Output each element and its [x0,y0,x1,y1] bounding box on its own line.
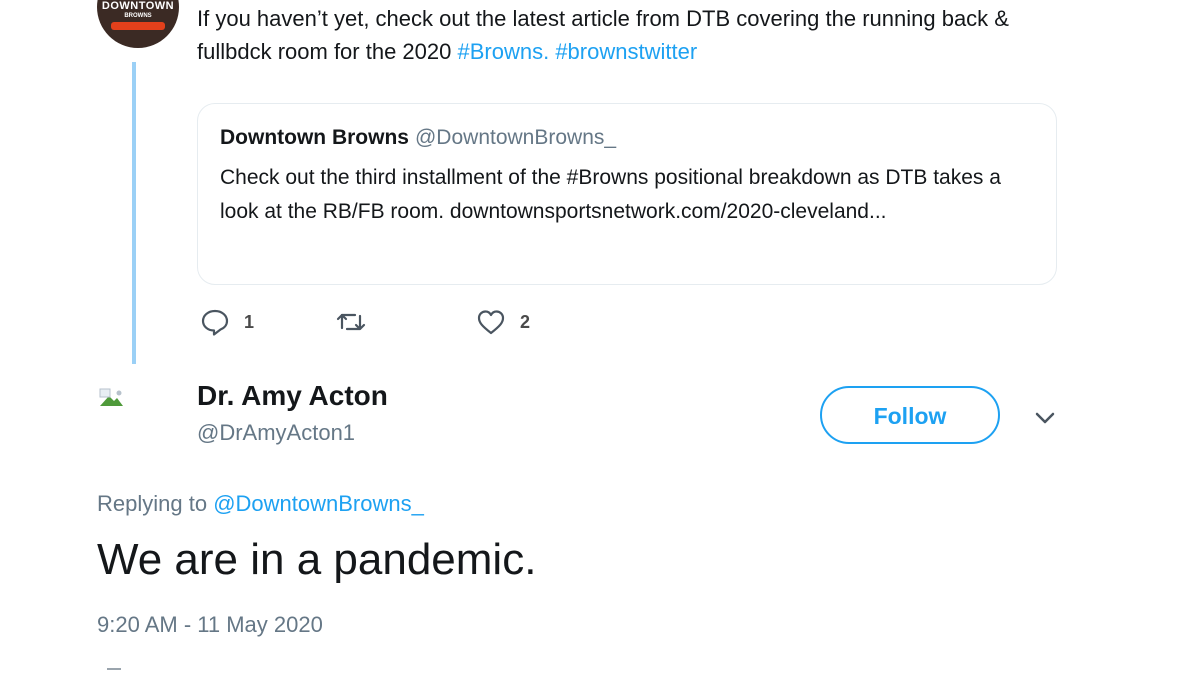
quoted-author-handle: @DowntownBrowns_ [414,126,617,149]
thread-author-avatar[interactable]: DOWNTOWN BROWNS [97,0,179,48]
reply-tweet-text: We are in a pandemic. [97,535,537,584]
replying-to-line: Replying to @DowntownBrowns_ [97,491,424,517]
like-action[interactable]: 2 [476,307,530,337]
reply-author-handle[interactable]: @DrAmyActon1 [197,420,355,446]
replying-to-mention-link[interactable]: @DowntownBrowns_ [213,491,424,516]
quoted-tweet-card[interactable]: Downtown Browns @DowntownBrowns_ Check ou… [197,103,1057,285]
avatar-logo-subtext: BROWNS [124,13,152,19]
replying-to-label: Replying to [97,491,208,516]
follow-button[interactable]: Follow [820,386,1000,444]
quoted-tweet-header: Downtown Browns @DowntownBrowns_ [220,126,616,150]
thread-connector-line [132,62,136,364]
like-count: 2 [520,311,531,332]
heart-icon [477,310,505,335]
hashtag-separator: . [543,39,556,64]
reply-author-name[interactable]: Dr. Amy Acton [197,380,388,412]
avatar-logo-text: DOWNTOWN [101,0,175,12]
quoted-author-name: Downtown Browns [220,126,409,149]
thread-tweet-text: If you haven’t yet, check out the latest… [197,2,1057,68]
chevron-down-icon[interactable] [1030,404,1060,432]
hashtag-browns-link[interactable]: #Browns [457,39,543,64]
reply-timestamp[interactable]: 9:20 AM - 11 May 2020 [97,612,323,638]
broken-image-icon[interactable] [97,385,129,413]
quoted-tweet-body: Check out the third installment of the #… [220,166,1001,223]
reply-count: 1 [244,311,255,332]
retweet-icon [336,313,366,331]
reply-icon [201,309,229,336]
retweet-action[interactable] [336,307,366,337]
hashtag-brownstwitter-link[interactable]: #brownstwitter [555,39,697,64]
avatar-logo-band [111,22,165,30]
reply-action[interactable]: 1 [200,307,254,337]
divider [107,668,121,670]
